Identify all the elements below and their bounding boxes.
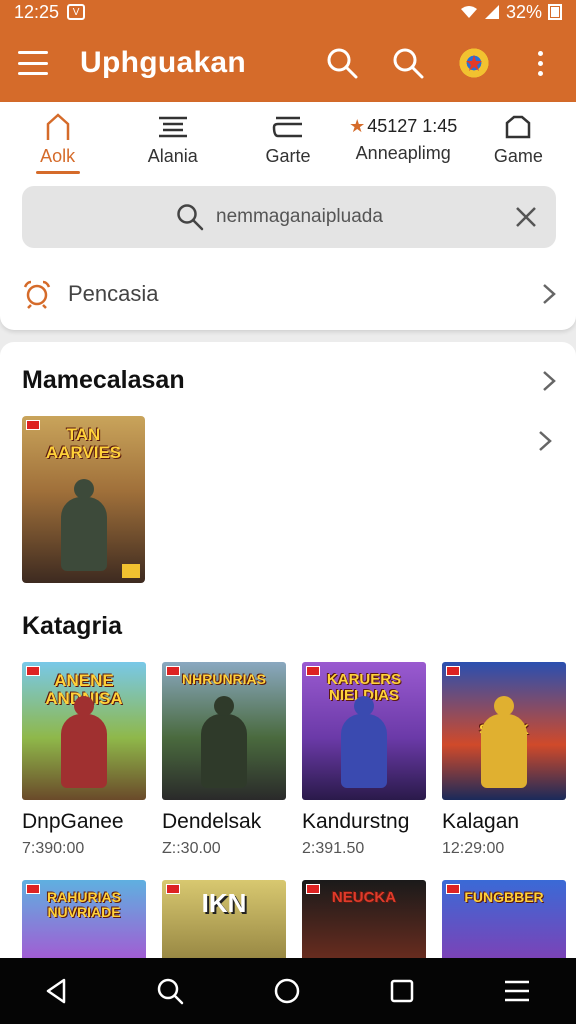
game-meta: 12:29:00 — [442, 840, 505, 857]
game-name: DnpGanee — [22, 810, 124, 833]
game-thumbnail: FUNGBBER — [442, 880, 566, 958]
section-title: Mamecalasan — [22, 366, 185, 394]
star-icon: ★ — [349, 116, 366, 136]
hero-figure — [481, 696, 527, 788]
chevron-right-icon[interactable] — [542, 370, 556, 392]
app-title: Uphguakan — [80, 46, 247, 79]
content-panel: Mamecalasan TAN AARVIES Katagria ANENE A… — [0, 342, 576, 958]
pencasia-label: Pencasia — [68, 281, 159, 306]
tab-label: Game — [493, 145, 543, 166]
game-house-icon — [504, 114, 532, 140]
game-meta: 7:390:00 — [22, 840, 85, 857]
search-icon[interactable] — [390, 45, 426, 81]
wifi-icon — [460, 6, 477, 18]
system-nav-bar — [0, 958, 576, 1024]
hero-figure — [341, 696, 387, 788]
list-icon — [157, 114, 189, 140]
game-card[interactable]: ANENE ANDNISA DnpGanee 7:390:00 — [22, 662, 146, 858]
search-icon[interactable] — [324, 45, 360, 81]
game-meta: 2:391.50 — [302, 840, 365, 857]
home-circle-icon[interactable] — [273, 977, 301, 1005]
achievement-badge-icon[interactable] — [456, 45, 492, 81]
notification-icon: V — [67, 4, 86, 20]
section-title: Katagria — [22, 612, 123, 640]
tab-game[interactable]: Game — [461, 102, 576, 178]
tab-meta: ★ 45127 1:45 — [349, 116, 457, 137]
game-grid-row-2: RAHURIAS NUVRIADE IKN NEUCKA FUNGBBER — [22, 880, 576, 958]
featured-art-text: TAN AARVIES — [45, 425, 122, 462]
soldier-figure — [60, 479, 107, 571]
search-icon — [177, 204, 204, 231]
game-art-text: IKN — [201, 888, 247, 918]
rating-tag — [122, 564, 140, 578]
search-input[interactable] — [216, 206, 416, 228]
game-art-text: RAHURIAS NUVRIADE — [47, 889, 121, 920]
signal-icon — [484, 5, 499, 19]
home-icon — [45, 112, 71, 140]
app-bar: Uphguakan — [0, 24, 576, 102]
recents-icon[interactable] — [390, 979, 414, 1003]
tab-label: Aolk — [40, 145, 76, 166]
game-art-text: NEUCKA — [331, 889, 397, 906]
game-art-text: NHRUNRIAS — [182, 671, 266, 687]
tab-bar: Aolk Alania Garte ★ 45127 1:45 Anneaplim… — [0, 102, 576, 178]
game-card[interactable]: KARUERS NIELDIAS Kandurstng 2:391.50 — [302, 662, 426, 858]
game-thumbnail: NEUCKA — [302, 880, 426, 958]
pencasia-row[interactable]: Pencasia — [22, 268, 556, 320]
tab-alania[interactable]: Alania — [115, 102, 230, 178]
category-section-header: Katagria — [22, 612, 556, 641]
game-thumbnail: IKN — [162, 880, 286, 958]
game-card[interactable]: IKN — [162, 880, 286, 958]
status-bar: 12:25 V 32% — [0, 0, 576, 24]
top-card: Aolk Alania Garte ★ 45127 1:45 Anneaplim… — [0, 102, 576, 330]
search-icon[interactable] — [156, 977, 184, 1005]
game-card[interactable]: NEUCKA — [302, 880, 426, 958]
game-thumbnail: NHRUNRIAS — [162, 662, 286, 800]
game-name: Kandurstng — [302, 810, 410, 833]
menu-icon[interactable] — [18, 51, 48, 75]
game-grid-row-1: ANENE ANDNISA DnpGanee 7:390:00 NHRUNRIA… — [22, 662, 576, 858]
game-thumbnail: ANENE ANDNISA — [22, 662, 146, 800]
battery-icon — [548, 4, 562, 20]
layers-icon — [270, 114, 306, 140]
game-thumbnail: RAHURIAS NUVRIADE — [22, 880, 146, 958]
game-card[interactable]: RAHURIAS NUVRIADE — [22, 880, 146, 958]
game-art-text: FUNGBBER — [464, 889, 544, 905]
soldier-figure — [201, 696, 247, 788]
chevron-right-icon[interactable] — [538, 430, 552, 452]
tab-label: Anneaplimg — [355, 143, 451, 163]
badge-icon — [446, 666, 460, 676]
status-time: 12:25 — [14, 1, 60, 22]
back-icon[interactable] — [45, 978, 67, 1004]
game-card[interactable]: FUNGBBER — [442, 880, 566, 958]
tab-label: Garte — [265, 145, 311, 166]
close-icon[interactable] — [514, 205, 538, 229]
featured-section-header[interactable]: Mamecalasan — [22, 366, 556, 395]
alarm-clock-icon — [23, 280, 51, 309]
tab-garte[interactable]: Garte — [230, 102, 345, 178]
search-bar[interactable] — [22, 186, 556, 248]
hero-figure — [61, 696, 107, 788]
tab-label: Alania — [147, 145, 198, 166]
game-card[interactable]: NHRUNRIAS Dendelsak Z::30.00 — [162, 662, 286, 858]
game-thumbnail: KARUERS NIELDIAS — [302, 662, 426, 800]
game-name: Dendelsak — [162, 810, 262, 833]
tab-meta-value: 45127 1:45 — [367, 116, 458, 136]
featured-game-card[interactable]: TAN AARVIES — [22, 416, 145, 583]
game-thumbnail: SHOPK — [442, 662, 566, 800]
tab-anneaplimg[interactable]: ★ 45127 1:45 Anneaplimg — [346, 102, 461, 178]
tab-home[interactable]: Aolk — [0, 102, 115, 178]
game-name: Kalagan — [442, 810, 520, 833]
chevron-right-icon — [543, 284, 556, 304]
menu-icon[interactable] — [503, 979, 531, 1003]
more-options-icon[interactable] — [522, 45, 558, 81]
game-card[interactable]: SHOPK Kalagan 12:29:00 — [442, 662, 566, 858]
battery-percent: 32% — [505, 1, 542, 22]
game-meta: Z::30.00 — [162, 840, 221, 857]
